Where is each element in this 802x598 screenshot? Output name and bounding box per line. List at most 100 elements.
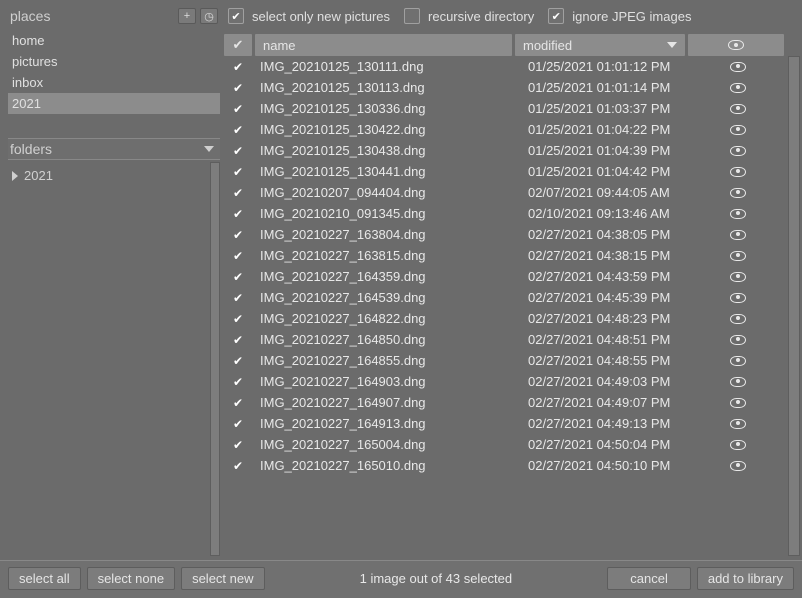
- eye-icon: [730, 167, 746, 177]
- row-check[interactable]: ✔: [224, 291, 252, 305]
- table-row[interactable]: ✔IMG_20210227_164539.dng02/27/2021 04:45…: [224, 287, 786, 308]
- row-check[interactable]: ✔: [224, 459, 252, 473]
- row-visibility[interactable]: [690, 188, 786, 198]
- folder-item[interactable]: 2021: [12, 166, 208, 185]
- folders-scrollbar[interactable]: [210, 162, 220, 556]
- column-visibility[interactable]: [688, 34, 784, 56]
- row-check[interactable]: ✔: [224, 354, 252, 368]
- option-select-new[interactable]: select only new pictures: [228, 8, 390, 24]
- row-filename: IMG_20210227_164855.dng: [252, 353, 520, 368]
- row-check[interactable]: ✔: [224, 60, 252, 74]
- row-check[interactable]: ✔: [224, 102, 252, 116]
- eye-icon: [730, 230, 746, 240]
- row-check[interactable]: ✔: [224, 333, 252, 347]
- row-modified: 02/27/2021 04:49:03 PM: [520, 374, 690, 389]
- row-visibility[interactable]: [690, 167, 786, 177]
- row-modified: 01/25/2021 01:03:37 PM: [520, 101, 690, 116]
- table-row[interactable]: ✔IMG_20210227_164913.dng02/27/2021 04:49…: [224, 413, 786, 434]
- checkbox-icon: [548, 8, 564, 24]
- row-visibility[interactable]: [690, 230, 786, 240]
- table-row[interactable]: ✔IMG_20210207_094404.dng02/07/2021 09:44…: [224, 182, 786, 203]
- table-row[interactable]: ✔IMG_20210125_130336.dng01/25/2021 01:03…: [224, 98, 786, 119]
- select-new-button[interactable]: select new: [181, 567, 264, 590]
- column-modified[interactable]: modified: [515, 34, 685, 56]
- place-item[interactable]: 2021: [8, 93, 220, 114]
- table-row[interactable]: ✔IMG_20210125_130438.dng01/25/2021 01:04…: [224, 140, 786, 161]
- row-check[interactable]: ✔: [224, 438, 252, 452]
- table-header: ✔ name modified: [224, 34, 786, 56]
- row-visibility[interactable]: [690, 461, 786, 471]
- row-visibility[interactable]: [690, 209, 786, 219]
- row-visibility[interactable]: [690, 440, 786, 450]
- row-filename: IMG_20210227_164913.dng: [252, 416, 520, 431]
- add-to-library-button[interactable]: add to library: [697, 567, 794, 590]
- folder-label: 2021: [24, 168, 53, 183]
- table-row[interactable]: ✔IMG_20210227_163804.dng02/27/2021 04:38…: [224, 224, 786, 245]
- row-filename: IMG_20210207_094404.dng: [252, 185, 520, 200]
- row-visibility[interactable]: [690, 356, 786, 366]
- eye-icon: [730, 356, 746, 366]
- table-row[interactable]: ✔IMG_20210125_130113.dng01/25/2021 01:01…: [224, 77, 786, 98]
- table-row[interactable]: ✔IMG_20210210_091345.dng02/10/2021 09:13…: [224, 203, 786, 224]
- row-check[interactable]: ✔: [224, 249, 252, 263]
- row-check[interactable]: ✔: [224, 123, 252, 137]
- row-visibility[interactable]: [690, 377, 786, 387]
- row-visibility[interactable]: [690, 104, 786, 114]
- option-ignore-jpeg[interactable]: ignore JPEG images: [548, 8, 691, 24]
- table-row[interactable]: ✔IMG_20210227_164855.dng02/27/2021 04:48…: [224, 350, 786, 371]
- row-visibility[interactable]: [690, 272, 786, 282]
- row-check[interactable]: ✔: [224, 228, 252, 242]
- table-row[interactable]: ✔IMG_20210227_164359.dng02/27/2021 04:43…: [224, 266, 786, 287]
- table-row[interactable]: ✔IMG_20210227_164907.dng02/27/2021 04:49…: [224, 392, 786, 413]
- row-modified: 02/27/2021 04:38:05 PM: [520, 227, 690, 242]
- column-modified-label: modified: [523, 38, 572, 53]
- table-row[interactable]: ✔IMG_20210125_130111.dng01/25/2021 01:01…: [224, 56, 786, 77]
- folders-title: folders: [10, 141, 52, 157]
- row-visibility[interactable]: [690, 335, 786, 345]
- table-row[interactable]: ✔IMG_20210125_130441.dng01/25/2021 01:04…: [224, 161, 786, 182]
- row-check[interactable]: ✔: [224, 207, 252, 221]
- row-check[interactable]: ✔: [224, 375, 252, 389]
- row-visibility[interactable]: [690, 293, 786, 303]
- cancel-button[interactable]: cancel: [607, 567, 691, 590]
- row-visibility[interactable]: [690, 398, 786, 408]
- row-visibility[interactable]: [690, 146, 786, 156]
- table-row[interactable]: ✔IMG_20210125_130422.dng01/25/2021 01:04…: [224, 119, 786, 140]
- place-item[interactable]: inbox: [8, 72, 220, 93]
- row-check[interactable]: ✔: [224, 165, 252, 179]
- row-visibility[interactable]: [690, 314, 786, 324]
- eye-icon: [730, 377, 746, 387]
- column-name[interactable]: name: [255, 34, 512, 56]
- row-modified: 01/25/2021 01:01:14 PM: [520, 80, 690, 95]
- table-row[interactable]: ✔IMG_20210227_163815.dng02/27/2021 04:38…: [224, 245, 786, 266]
- row-check[interactable]: ✔: [224, 396, 252, 410]
- table-row[interactable]: ✔IMG_20210227_165010.dng02/27/2021 04:50…: [224, 455, 786, 476]
- place-item[interactable]: pictures: [8, 51, 220, 72]
- select-none-button[interactable]: select none: [87, 567, 176, 590]
- row-visibility[interactable]: [690, 62, 786, 72]
- table-row[interactable]: ✔IMG_20210227_165004.dng02/27/2021 04:50…: [224, 434, 786, 455]
- row-visibility[interactable]: [690, 251, 786, 261]
- recent-button[interactable]: ◷: [200, 8, 218, 24]
- column-check[interactable]: ✔: [224, 34, 252, 56]
- places-list: homepicturesinbox2021: [8, 30, 220, 114]
- row-check[interactable]: ✔: [224, 417, 252, 431]
- add-place-button[interactable]: +: [178, 8, 196, 24]
- place-item[interactable]: home: [8, 30, 220, 51]
- folders-header[interactable]: folders: [8, 138, 220, 160]
- row-visibility[interactable]: [690, 419, 786, 429]
- table-row[interactable]: ✔IMG_20210227_164850.dng02/27/2021 04:48…: [224, 329, 786, 350]
- row-check[interactable]: ✔: [224, 81, 252, 95]
- table-scrollbar[interactable]: [788, 56, 800, 556]
- row-filename: IMG_20210125_130438.dng: [252, 143, 520, 158]
- table-row[interactable]: ✔IMG_20210227_164903.dng02/27/2021 04:49…: [224, 371, 786, 392]
- select-all-button[interactable]: select all: [8, 567, 81, 590]
- row-visibility[interactable]: [690, 125, 786, 135]
- row-check[interactable]: ✔: [224, 186, 252, 200]
- row-visibility[interactable]: [690, 83, 786, 93]
- table-row[interactable]: ✔IMG_20210227_164822.dng02/27/2021 04:48…: [224, 308, 786, 329]
- option-recursive[interactable]: recursive directory: [404, 8, 534, 24]
- row-check[interactable]: ✔: [224, 144, 252, 158]
- row-check[interactable]: ✔: [224, 270, 252, 284]
- row-check[interactable]: ✔: [224, 312, 252, 326]
